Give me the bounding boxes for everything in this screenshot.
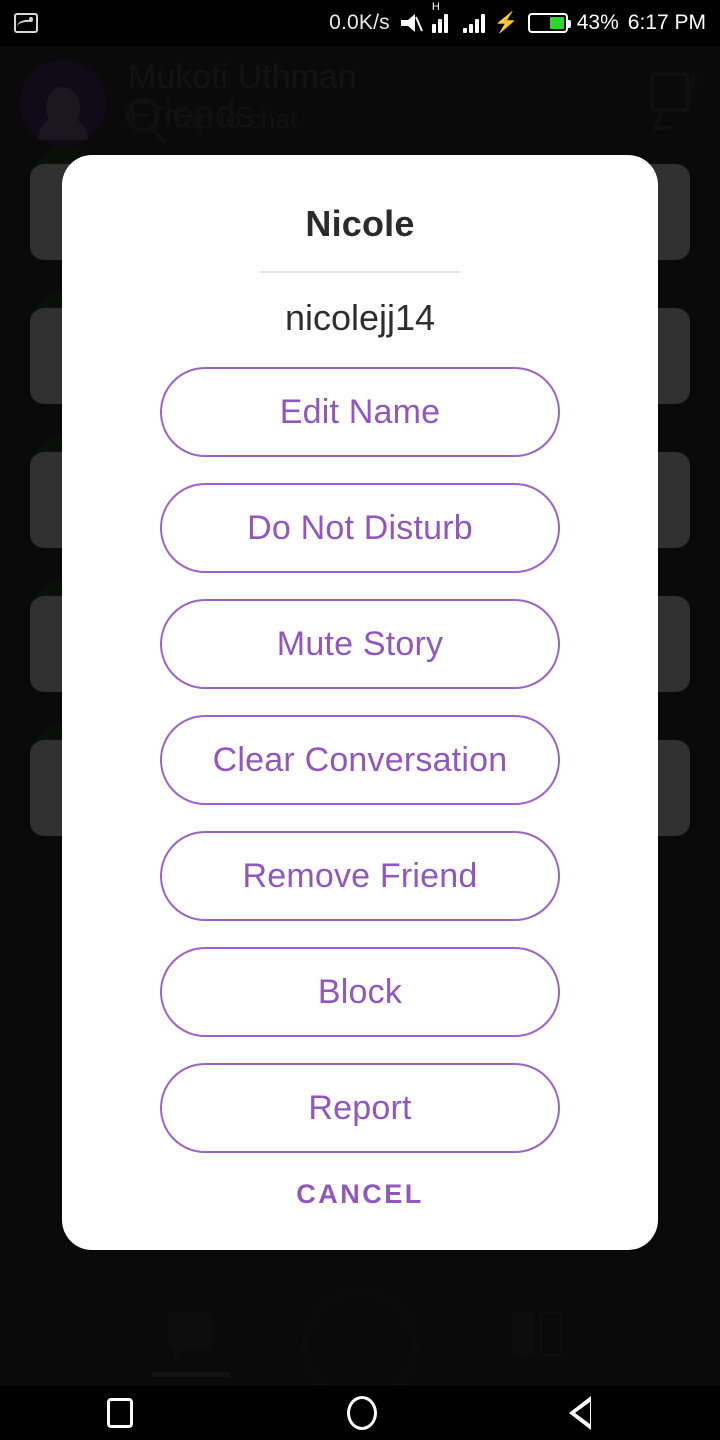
signal-bars-icon-2 (462, 13, 485, 33)
dialog-title: Nicole (305, 203, 415, 244)
block-button[interactable]: Block (160, 947, 560, 1037)
battery-percent-label: 43% (576, 11, 619, 34)
triangle-back-icon[interactable] (569, 1396, 613, 1430)
network-type-label: H (431, 1, 440, 13)
charging-bolt-icon: ⚡ (493, 12, 519, 34)
friend-options-dialog: Nicole nicolejj14 Edit Name Do Not Distu… (62, 155, 658, 1250)
battery-icon (527, 13, 571, 33)
clear-conversation-button[interactable]: Clear Conversation (160, 715, 560, 805)
edit-name-button[interactable]: Edit Name (160, 367, 560, 457)
mute-icon (399, 12, 423, 34)
phone-screen: 0.0K/s H ⚡ 43% 6:17 PM Mukoti Uthman Tap… (0, 0, 720, 1440)
android-nav-bar (0, 1386, 720, 1440)
clock-label: 6:17 PM (627, 11, 706, 34)
remove-friend-button[interactable]: Remove Friend (160, 831, 560, 921)
status-bar-left (14, 13, 38, 33)
cancel-button[interactable]: CANCEL (296, 1179, 424, 1210)
circle-home-icon[interactable] (347, 1396, 377, 1430)
signal-bars-icon-1: H (431, 1, 454, 33)
dialog-action-list: Edit Name Do Not Disturb Mute Story Clea… (62, 367, 658, 1153)
dialog-username: nicolejj14 (284, 297, 436, 338)
status-bar: 0.0K/s H ⚡ 43% 6:17 PM (0, 0, 720, 46)
status-bar-right: 0.0K/s H ⚡ 43% 6:17 PM (329, 1, 706, 35)
square-recents-icon[interactable] (107, 1398, 133, 1428)
do-not-disturb-button[interactable]: Do Not Disturb (160, 483, 560, 573)
mute-story-button[interactable]: Mute Story (160, 599, 560, 689)
image-icon (14, 13, 38, 33)
report-button[interactable]: Report (160, 1063, 560, 1153)
network-speed-label: 0.0K/s (329, 11, 390, 34)
title-divider (260, 271, 460, 273)
